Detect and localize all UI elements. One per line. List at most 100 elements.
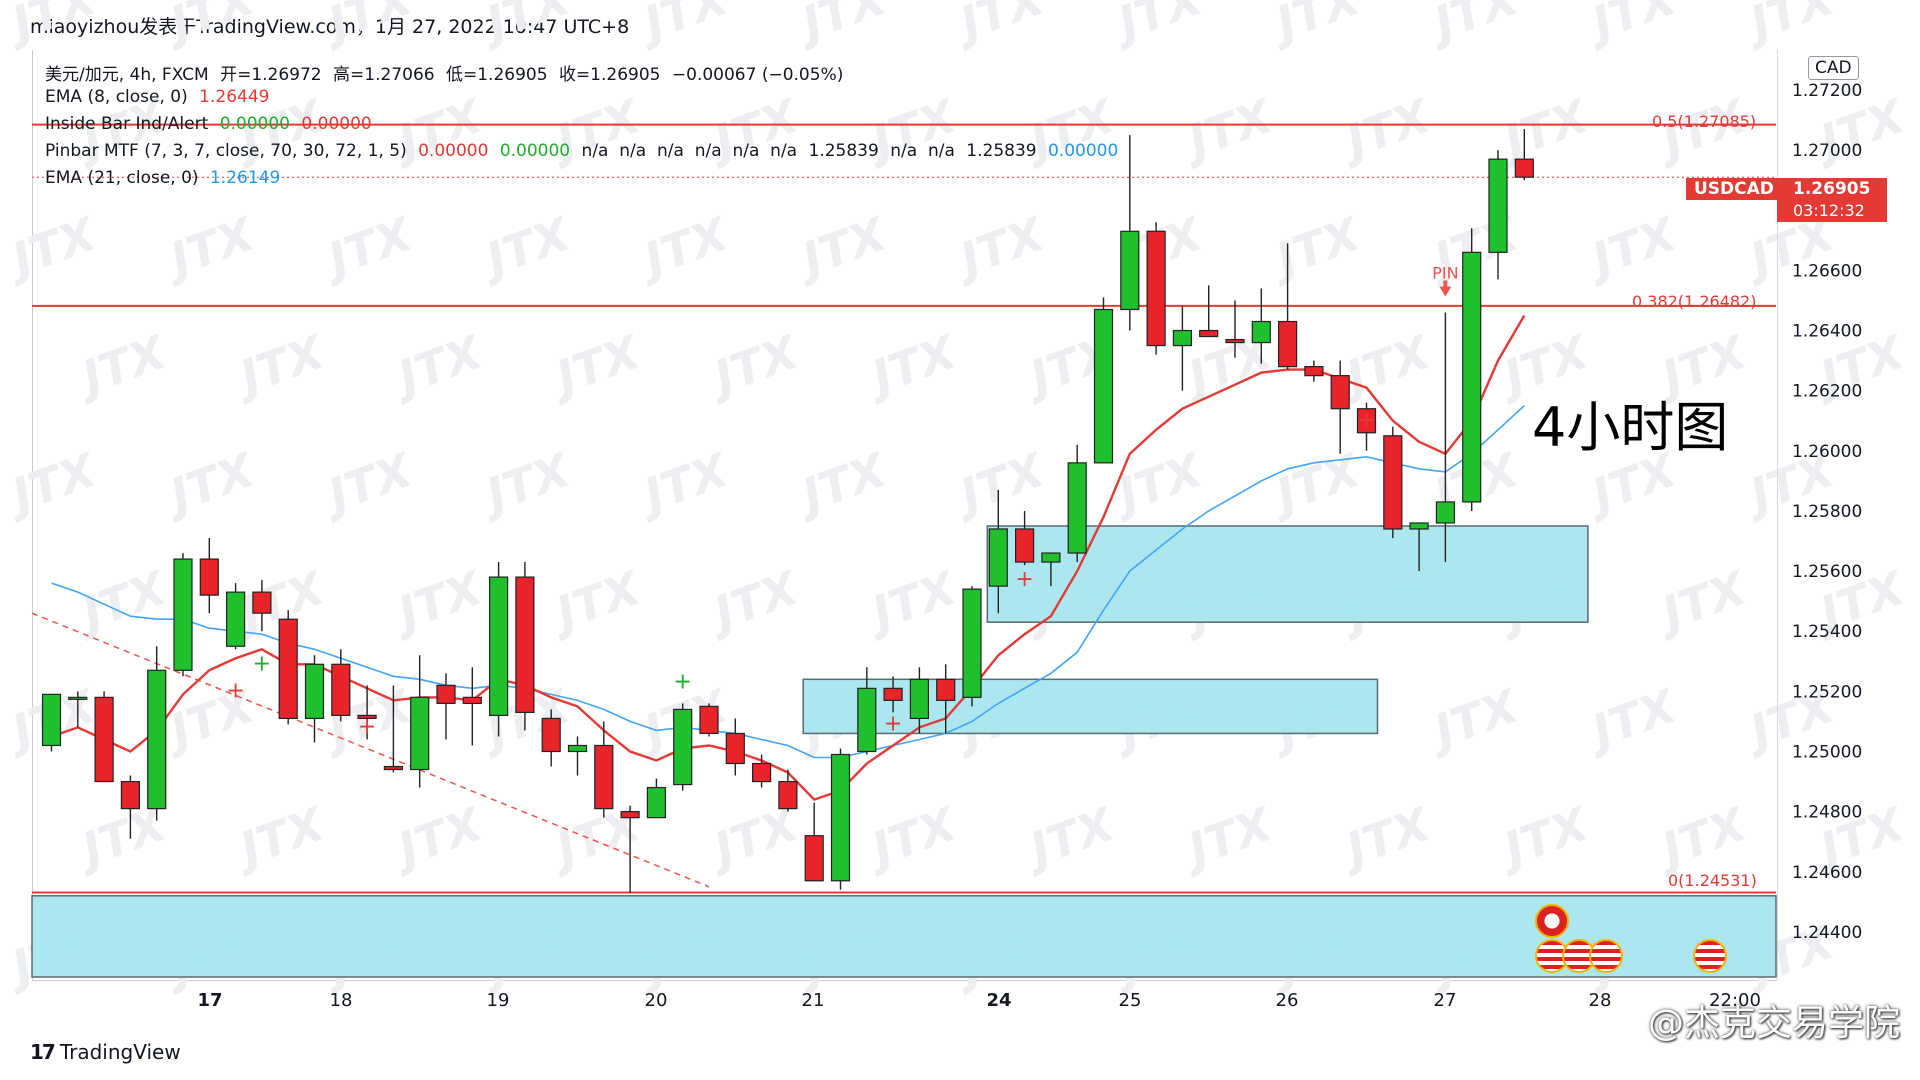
candle-body [41, 693, 62, 747]
us-flag-icon[interactable] [1693, 939, 1727, 973]
tradingview-logo[interactable]: 17 TradingView [30, 1040, 181, 1064]
jtx-watermark: JTX [788, 442, 895, 525]
candle-body [68, 696, 88, 700]
candle-body [883, 687, 903, 701]
candle-body [199, 558, 219, 596]
signal-plus-marker: + [226, 678, 244, 703]
candle [489, 562, 509, 737]
candle-body [725, 732, 745, 765]
support-zone-2 [31, 895, 1777, 978]
candle-body [962, 588, 982, 698]
legend-high: 高=1.27066 [333, 65, 435, 85]
jtx-watermark: JTX [1648, 796, 1755, 879]
candle-body [1462, 251, 1482, 503]
candle-body [620, 811, 640, 819]
jtx-watermark: JTX [946, 206, 1053, 289]
jtx-watermark: JTX [156, 442, 263, 525]
legend-ema8-label: EMA (8, close, 0) [45, 87, 188, 107]
tradingview-logo-mark: 17 [30, 1040, 56, 1064]
jtx-watermark: JTX [384, 560, 491, 643]
jtx-watermark: JTX [1490, 796, 1597, 879]
candle-body [1225, 338, 1245, 344]
legend-ema21-label: EMA (21, close, 0) [45, 168, 199, 188]
time-tick-label: 17 [197, 990, 222, 1011]
jtx-watermark: JTX [630, 206, 737, 289]
candle [1304, 360, 1324, 382]
fib-label-0: 0(1.24531) [1668, 871, 1757, 890]
candle-body [594, 744, 614, 810]
candle [1172, 306, 1193, 391]
legend-pinbar-na2: n/a n/a [890, 141, 955, 161]
candle [515, 562, 535, 731]
candle [1435, 312, 1456, 563]
us-flag-icon[interactable] [1589, 939, 1623, 973]
jtx-watermark: JTX [314, 0, 421, 53]
symbol-price-tag: USDCAD [1686, 178, 1782, 200]
tradingview-brand: TradingView [59, 1040, 181, 1064]
candle-body [673, 708, 693, 786]
jtx-watermark: JTX [1420, 0, 1527, 53]
signal-plus-marker: + [358, 714, 376, 739]
candle [226, 583, 246, 650]
candle-body [567, 744, 588, 753]
candle-body [541, 717, 561, 753]
currency-button[interactable]: CAD [1808, 56, 1859, 80]
canada-flag-icon[interactable] [1535, 904, 1569, 938]
candle-body [120, 780, 141, 810]
candle [410, 655, 430, 788]
candle [1120, 135, 1140, 331]
jtx-watermark: JTX [700, 560, 807, 643]
candle [830, 748, 851, 890]
timeframe-annotation: 4小时图 [1532, 396, 1729, 459]
candle-body [278, 618, 298, 720]
jtx-watermark: JTX [384, 324, 491, 407]
candle-body [1488, 158, 1508, 253]
jtx-watermark: JTX [630, 0, 737, 53]
candle [1199, 285, 1219, 338]
candlestick-chart[interactable]: JTX JTX JTX JTX JTX JTX JTX JTX JTX JTX JTX JTX JTX J… [0, 0, 1920, 1080]
candle-body [515, 576, 535, 714]
jtx-watermark: JTX [630, 442, 737, 525]
signal-plus-marker: + [1015, 567, 1033, 592]
candle-body [646, 786, 667, 819]
candle-body [383, 765, 403, 771]
jtx-watermark: JTX [0, 206, 105, 289]
legend-main: 美元/加元, 4h, FXCM 开=1.26972 高=1.27066 低=1.… [45, 60, 849, 85]
legend-ema21[interactable]: EMA (21, close, 0) 1.26149 [45, 168, 286, 188]
candle-body [804, 835, 824, 882]
time-tick-label: 20 [645, 990, 668, 1011]
legend-pinbar[interactable]: Pinbar MTF (7, 3, 7, close, 70, 30, 72, … [45, 141, 1124, 161]
legend-pinbar-v5: 0.00000 [1048, 141, 1119, 161]
candle-body [436, 684, 456, 704]
candle-body [1409, 522, 1429, 530]
candle-body [1120, 230, 1140, 311]
legend-pinbar-v3: 1.25839 [808, 141, 879, 161]
time-tick-label: 21 [802, 990, 825, 1011]
jtx-watermark: JTX [156, 678, 263, 761]
candle-body [1251, 320, 1271, 344]
author-watermark: @杰克交易学院 [1647, 1003, 1900, 1044]
candle-body [857, 687, 877, 753]
legend-pinbar-na: n/a n/a n/a n/a n/a n/a [581, 141, 798, 161]
legend-pinbar-label: Pinbar MTF (7, 3, 7, close, 70, 30, 72, … [45, 141, 407, 161]
candle [41, 693, 62, 752]
candle-body [489, 576, 509, 717]
legend-close: 收=1.26905 [558, 65, 661, 85]
jtx-watermark: JTX [1332, 796, 1439, 879]
candle [778, 769, 798, 812]
candle [673, 703, 693, 791]
legend-inside-bar[interactable]: Inside Bar Ind/Alert 0.00000 0.00000 [45, 114, 378, 134]
jtx-watermark: JTX [858, 796, 965, 879]
jtx-watermark: JTX [1104, 0, 1211, 53]
legend-ema8[interactable]: EMA (8, close, 0) 1.26449 [45, 87, 275, 107]
jtx-watermark: JTX [1174, 796, 1281, 879]
signal-plus-marker: + [1357, 408, 1375, 433]
candle-body [94, 696, 114, 783]
jtx-watermark: JTX [788, 0, 895, 53]
candle-body [988, 528, 1008, 587]
candle-body [1014, 528, 1035, 563]
jtx-watermark: JTX [156, 206, 263, 289]
jtx-watermark: JTX [156, 0, 263, 53]
time-tick-label: 24 [986, 990, 1011, 1011]
candle-body [147, 669, 167, 810]
